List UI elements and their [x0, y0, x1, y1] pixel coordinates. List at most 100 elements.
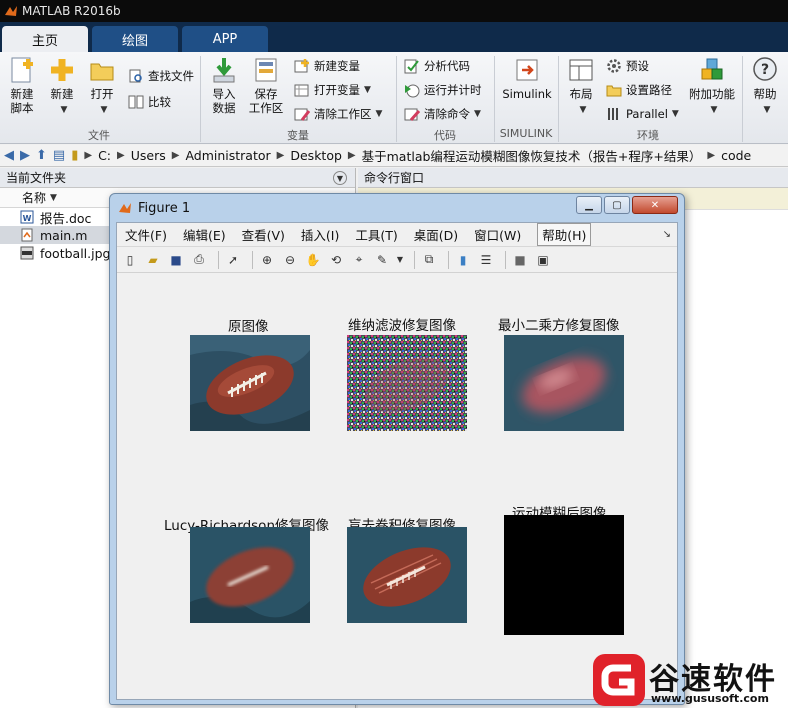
group-label-code: 代码 — [434, 129, 456, 142]
add-ons-caret[interactable]: ▼ — [711, 105, 718, 115]
new-dropdown-caret[interactable]: ▼ — [61, 105, 68, 115]
open-label: 打开 — [90, 87, 114, 101]
brush-dropdown-caret[interactable]: ▼ — [396, 251, 404, 269]
open-variable-caret[interactable]: ▼ — [364, 85, 371, 95]
brush-icon[interactable]: ✎ — [373, 251, 391, 269]
toolbar-separator — [505, 250, 506, 269]
legend-icon[interactable]: ☰ — [477, 251, 495, 269]
add-ons-button[interactable]: 附加功能 ▼ — [686, 56, 738, 117]
layout-button[interactable]: 布局 ▼ — [564, 56, 598, 117]
run-and-time-button[interactable]: 运行并计时 — [404, 82, 482, 98]
clear-commands-icon — [404, 108, 420, 121]
new-button[interactable]: 新建 ▼ — [44, 56, 80, 117]
menu-edit[interactable]: 编辑(E) — [183, 225, 226, 244]
pan-hand-icon[interactable]: ✋ — [304, 251, 322, 269]
ribbon-separator — [494, 56, 495, 142]
plus-icon — [51, 59, 73, 81]
hide-plot-tools-icon[interactable]: ■ — [511, 251, 529, 269]
word-doc-icon: W — [20, 210, 34, 224]
breadcrumb-drive[interactable]: C: — [98, 148, 111, 163]
clear-commands-button[interactable]: 清除命令 ▼ — [404, 106, 481, 122]
motion-blurred-image — [504, 515, 624, 635]
new-variable-button[interactable]: 新建变量 — [294, 58, 360, 74]
menu-help[interactable]: 帮助(H) — [537, 223, 592, 246]
clear-workspace-caret[interactable]: ▼ — [376, 109, 383, 119]
gususoft-watermark-logo: 谷速软件 www.gususoft.com — [591, 650, 788, 708]
browse-folder-icon[interactable]: ▤ — [53, 148, 65, 163]
new-script-button[interactable]: 新建 脚本 — [4, 56, 40, 115]
subplot-title: 最小二乘方修复图像 — [498, 318, 620, 334]
breadcrumb-administrator[interactable]: Administrator — [185, 148, 270, 163]
ribbon-separator — [742, 56, 743, 142]
menu-file[interactable]: 文件(F) — [125, 225, 167, 244]
svg-text:?: ? — [761, 62, 769, 78]
tab-home[interactable]: 主页 — [2, 26, 88, 52]
tab-apps[interactable]: APP — [182, 26, 268, 52]
save-workspace-button[interactable]: 保存 工作区 — [246, 56, 286, 115]
figure-window[interactable]: Figure 1 ▁ ▢ ✕ 文件(F) 编辑(E) 查看(V) 插入(I) 工… — [109, 193, 685, 705]
sort-caret-icon: ▼ — [50, 192, 57, 203]
layout-caret[interactable]: ▼ — [580, 105, 587, 115]
open-variable-button[interactable]: 打开变量 ▼ — [294, 82, 371, 98]
save-icon[interactable]: ■ — [167, 251, 185, 269]
simulink-button[interactable]: Simulink — [500, 56, 554, 101]
panel-actions-dropdown-icon[interactable]: ▼ — [333, 171, 347, 185]
breadcrumb-code[interactable]: code — [721, 148, 751, 163]
breadcrumb-project[interactable]: 基于matlab编程运动模糊图像恢复技术（报告+程序+结果） — [362, 146, 702, 165]
help-caret[interactable]: ▼ — [764, 105, 771, 115]
show-plot-tools-icon[interactable]: ▣ — [534, 251, 552, 269]
pointer-arrow-icon[interactable]: ➚ — [224, 251, 242, 269]
simulink-icon — [516, 59, 538, 81]
open-dropdown-caret[interactable]: ▼ — [101, 105, 108, 115]
dock-arrow-icon[interactable]: ↘ — [663, 229, 671, 240]
data-cursor-icon[interactable]: ⌖ — [350, 251, 368, 269]
help-question-icon: ? — [753, 57, 777, 81]
link-plot-icon[interactable]: ⧉ — [420, 251, 438, 269]
menu-insert[interactable]: 插入(I) — [301, 225, 339, 244]
import-data-button[interactable]: 导入 数据 — [206, 56, 242, 115]
zoom-out-icon[interactable]: ⊖ — [281, 251, 299, 269]
colorbar-icon[interactable]: ▮ — [454, 251, 472, 269]
clear-workspace-button[interactable]: 清除工作区 ▼ — [294, 106, 382, 122]
new-label: 新建 — [50, 87, 74, 101]
compare-button[interactable]: 比较 — [128, 94, 171, 110]
maximize-button[interactable]: ▢ — [604, 196, 630, 214]
breadcrumb-users[interactable]: Users — [131, 148, 166, 163]
parallel-caret[interactable]: ▼ — [672, 109, 679, 119]
menu-view[interactable]: 查看(V) — [242, 225, 285, 244]
open-file-icon[interactable]: ▰ — [144, 251, 162, 269]
gear-icon — [607, 59, 621, 73]
forward-arrow-icon[interactable]: ▶ — [20, 148, 30, 163]
rotate-3d-icon[interactable]: ⟲ — [327, 251, 345, 269]
original-football-image — [190, 335, 310, 431]
menu-desktop[interactable]: 桌面(D) — [414, 225, 458, 244]
print-icon[interactable]: ⎙ — [190, 251, 208, 269]
minimize-button[interactable]: ▁ — [576, 196, 602, 214]
help-button[interactable]: ? 帮助 ▼ — [748, 56, 782, 117]
svg-text:W: W — [23, 214, 32, 223]
new-figure-icon[interactable]: ▯ — [121, 251, 139, 269]
group-label-file: 文件 — [88, 129, 110, 142]
app-title: MATLAB R2016b — [22, 4, 121, 18]
open-button[interactable]: 打开 ▼ — [84, 56, 120, 117]
zoom-in-icon[interactable]: ⊕ — [258, 251, 276, 269]
close-button[interactable]: ✕ — [632, 196, 678, 214]
new-variable-icon — [294, 59, 309, 73]
clear-commands-caret[interactable]: ▼ — [474, 109, 481, 119]
toolbar-separator — [218, 250, 219, 269]
group-label-variable: 变量 — [287, 129, 309, 142]
menu-tools[interactable]: 工具(T) — [355, 225, 397, 244]
analyze-code-button[interactable]: 分析代码 — [404, 58, 470, 74]
menu-window[interactable]: 窗口(W) — [474, 225, 521, 244]
tab-plots[interactable]: 绘图 — [92, 26, 178, 52]
current-folder-address-bar[interactable]: ◀ ▶ ⬆ ▤ ▮ ▶ C: ▶ Users ▶ Administrator ▶… — [0, 145, 788, 167]
up-folder-icon[interactable]: ⬆ — [36, 148, 47, 163]
current-folder-header: 当前文件夹 ▼ — [0, 168, 355, 188]
set-path-button[interactable]: 设置路径 — [606, 82, 672, 98]
preferences-button[interactable]: 预设 — [606, 58, 649, 74]
breadcrumb-desktop[interactable]: Desktop — [290, 148, 342, 163]
parallel-button[interactable]: Parallel ▼ — [606, 106, 679, 122]
gususoft-url: www.gususoft.com — [651, 692, 769, 705]
back-arrow-icon[interactable]: ◀ — [4, 148, 14, 163]
find-files-button[interactable]: 查找文件 — [128, 68, 194, 84]
